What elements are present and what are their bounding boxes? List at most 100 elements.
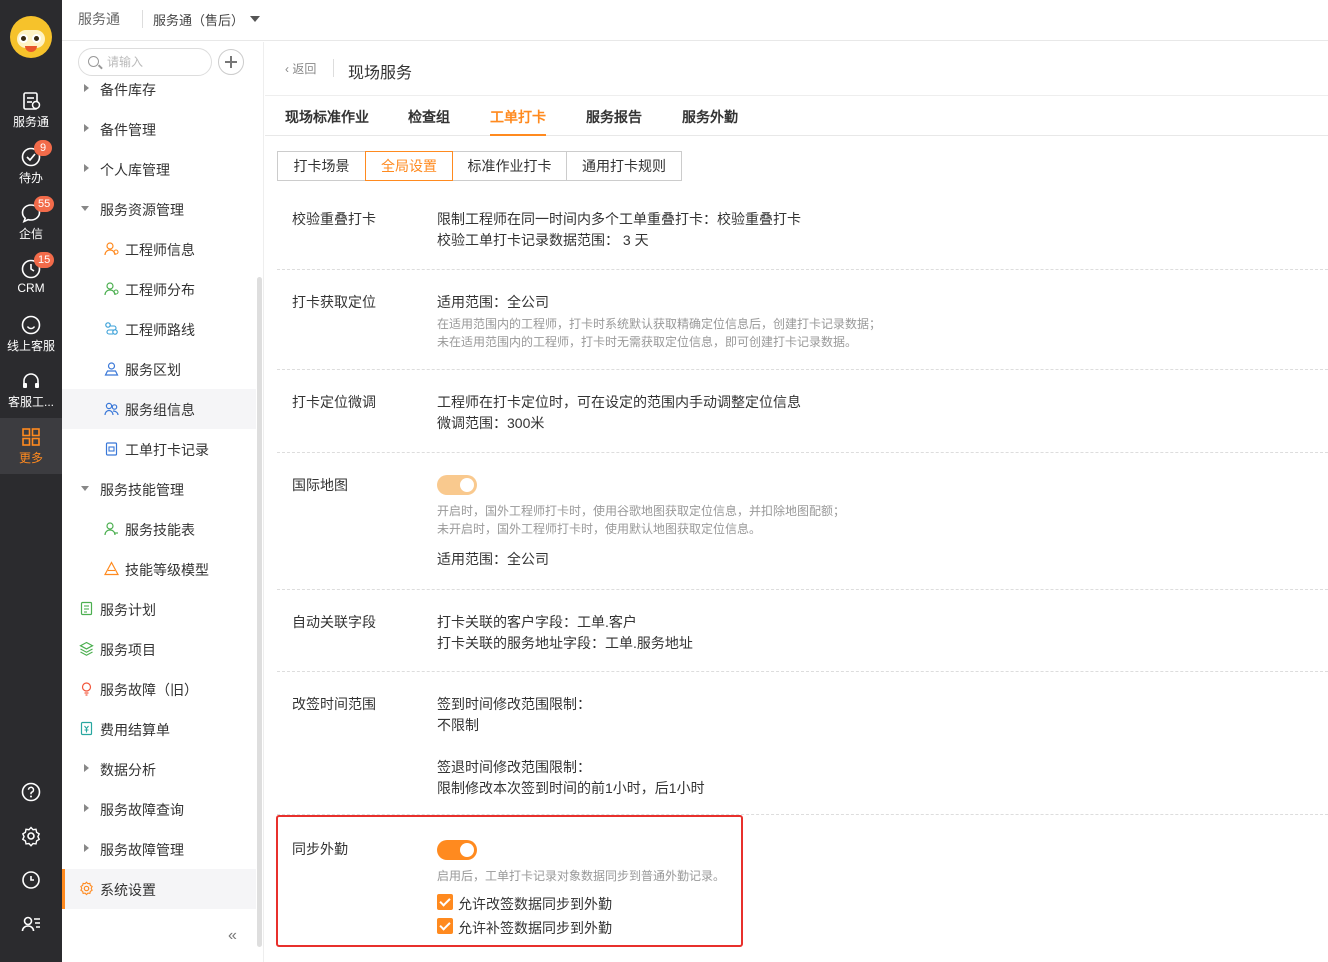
sidebar-item-label: 服务故障（旧）: [100, 682, 198, 698]
tab-inspection-group[interactable]: 检查组: [408, 107, 450, 127]
chevron-down-icon: [81, 486, 89, 491]
sidebar-item-service-project[interactable]: 服务项目: [62, 629, 256, 669]
chevron-down-icon[interactable]: [250, 16, 260, 22]
setting-text: 校验工单打卡记录数据范围： 3 天: [437, 232, 649, 248]
sidebar-item-label: 服务资源管理: [100, 202, 184, 218]
chevron-down-icon: [81, 206, 89, 211]
rail-label: 服务通: [12, 115, 49, 129]
divider: [333, 59, 334, 77]
sidebar-item-spare-inventory[interactable]: 备件库存: [62, 69, 256, 109]
sidebar-item-service-region[interactable]: 服务区划: [62, 349, 256, 389]
sidebar-item-label: 备件库存: [100, 82, 156, 98]
rail-user-list[interactable]: [0, 913, 62, 943]
rail-help[interactable]: [0, 781, 62, 811]
region-icon: [104, 362, 119, 376]
sidebar-item-service-resources[interactable]: 服务资源管理: [62, 189, 256, 229]
subtab-standard-work-checkin[interactable]: 标准作业打卡: [452, 151, 567, 181]
sidebar-item-engineer-distribution[interactable]: 工程师分布: [62, 269, 256, 309]
sidebar-item-label: 服务计划: [100, 602, 156, 618]
tab-work-order-checkin[interactable]: 工单打卡: [490, 107, 546, 136]
setting-text: 微调范围：300米: [437, 415, 545, 431]
setting-hint: 未在适用范围内的工程师，打卡时无需获取定位信息，即可创建打卡记录数据。: [437, 335, 858, 349]
left-rail: 服务通 9 待办 55 企信 15 CRM 线上客服 客服工... 更多: [0, 0, 62, 962]
sidebar-item-label: 服务故障查询: [100, 802, 184, 818]
history-icon: [22, 871, 40, 889]
rail-item-todo[interactable]: 9 待办: [0, 140, 62, 198]
rail-item-chat[interactable]: 55 企信: [0, 196, 62, 254]
page-title: 现场服务: [348, 65, 413, 82]
sidebar-item-settlement[interactable]: 费用结算单: [62, 709, 256, 749]
subtab-checkin-scene[interactable]: 打卡场景: [277, 151, 366, 181]
sidebar-item-skill-table[interactable]: 服务技能表: [62, 509, 256, 549]
rail-settings[interactable]: [0, 825, 62, 855]
tab-field-service[interactable]: 服务外勤: [682, 107, 738, 127]
setting-checkin-location: 打卡获取定位 适用范围：全公司 在适用范围内的工程师，打卡时系统默认获取精确定位…: [277, 270, 1328, 370]
app-selector[interactable]: 服务通（售后）: [153, 10, 244, 29]
sidebar: 备件库存 备件管理 个人库管理 服务资源管理 工程师信息 工程师分布 工程师路线: [62, 42, 264, 962]
rail-item-more[interactable]: 更多: [0, 418, 62, 474]
chevron-right-icon: [84, 804, 89, 812]
setting-text: 打卡关联的客户字段：工单.客户: [437, 614, 637, 630]
setting-label: 打卡获取定位: [292, 294, 376, 310]
sidebar-item-personal-stock[interactable]: 个人库管理: [62, 149, 256, 189]
app-logo[interactable]: [10, 16, 52, 58]
rail-item-service[interactable]: 服务通: [0, 90, 62, 142]
chat-badge: 55: [34, 196, 55, 212]
subtab-general-rules[interactable]: 通用打卡规则: [566, 151, 682, 181]
rail-history[interactable]: [0, 869, 62, 899]
sidebar-item-engineer-route[interactable]: 工程师路线: [62, 309, 256, 349]
collapse-sidebar-icon[interactable]: «: [228, 927, 237, 945]
setting-international-map: 国际地图 开启时，国外工程师打卡时，使用谷歌地图获取定位信息，并扣除地图配额； …: [277, 453, 1328, 590]
setting-hint: 开启时，国外工程师打卡时，使用谷歌地图获取定位信息，并扣除地图配额；: [437, 504, 846, 518]
sidebar-item-service-fault-old[interactable]: 服务故障（旧）: [62, 669, 256, 709]
subtab-global-settings[interactable]: 全局设置: [365, 151, 453, 181]
sidebar-item-fault-management[interactable]: 服务故障管理: [62, 829, 256, 869]
setting-text: 工程师在打卡定位时，可在设定的范围内手动调整定位信息: [437, 394, 801, 410]
setting-label: 自动关联字段: [292, 614, 376, 630]
plan-icon: [80, 601, 93, 616]
setting-label: 校验重叠打卡: [292, 211, 376, 227]
sidebar-item-label: 系统设置: [100, 882, 156, 898]
top-bar: 服务通 服务通（售后）: [62, 0, 1328, 41]
sidebar-item-label: 个人库管理: [100, 162, 170, 178]
setting-overlap-checkin: 校验重叠打卡 限制工程师在同一时间内多个工单重叠打卡：校验重叠打卡 校验工单打卡…: [277, 192, 1328, 270]
sidebar-item-data-analysis[interactable]: 数据分析: [62, 749, 256, 789]
rail-label: 线上客服: [6, 339, 55, 353]
sidebar-item-checkin-record[interactable]: 工单打卡记录: [62, 429, 256, 469]
help-icon: [21, 782, 41, 802]
sidebar-item-service-plan[interactable]: 服务计划: [62, 589, 256, 629]
app-root: 服务通 9 待办 55 企信 15 CRM 线上客服 客服工... 更多 服务通…: [0, 0, 1328, 962]
setting-text: 适用范围：全公司: [437, 294, 549, 310]
rail-label: CRM: [17, 281, 45, 295]
user-list-icon: [21, 916, 40, 932]
skill-icon: [104, 522, 118, 536]
sidebar-item-skill-management[interactable]: 服务技能管理: [62, 469, 256, 509]
sidebar-item-spare-management[interactable]: 备件管理: [62, 109, 256, 149]
sidebar-item-label: 费用结算单: [100, 722, 170, 738]
intl-map-toggle[interactable]: [437, 475, 477, 495]
sidebar-scrollbar[interactable]: [257, 277, 262, 947]
map-pin-user-icon: [104, 282, 119, 296]
sidebar-item-system-settings[interactable]: 系统设置: [62, 869, 256, 909]
checkin-record-icon: [105, 442, 118, 456]
gear-icon: [80, 881, 93, 896]
setting-resign-time-range: 改签时间范围 签到时间修改范围限制： 不限制 签退时间修改范围限制： 限制修改本…: [277, 672, 1328, 815]
setting-text: 适用范围：全公司: [437, 551, 549, 567]
rail-item-crm[interactable]: 15 CRM: [0, 252, 62, 310]
sidebar-item-skill-level-model[interactable]: 技能等级模型: [62, 549, 256, 589]
grid-icon: [22, 428, 40, 446]
setting-hint: 未开启时，国外工程师打卡时，使用默认地图获取定位信息。: [437, 522, 762, 536]
chevron-right-icon: [84, 844, 89, 852]
rail-item-service-desk[interactable]: 客服工...: [0, 370, 62, 422]
sidebar-item-fault-query[interactable]: 服务故障查询: [62, 789, 256, 829]
settings-icon: [21, 826, 41, 847]
sidebar-item-service-group[interactable]: 服务组信息: [62, 389, 256, 429]
setting-text: 限制工程师在同一时间内多个工单重叠打卡：校验重叠打卡: [437, 211, 801, 227]
sidebar-item-label: 技能等级模型: [125, 562, 209, 578]
rail-item-online-support[interactable]: 线上客服: [0, 314, 62, 366]
tab-standard-work[interactable]: 现场标准作业: [285, 107, 369, 127]
tab-service-report[interactable]: 服务报告: [586, 107, 642, 127]
setting-auto-link-fields: 自动关联字段 打卡关联的客户字段：工单.客户 打卡关联的服务地址字段：工单.服务…: [277, 590, 1328, 672]
sidebar-item-engineer-info[interactable]: 工程师信息: [62, 229, 256, 269]
back-button[interactable]: ‹ 返回: [285, 60, 316, 77]
